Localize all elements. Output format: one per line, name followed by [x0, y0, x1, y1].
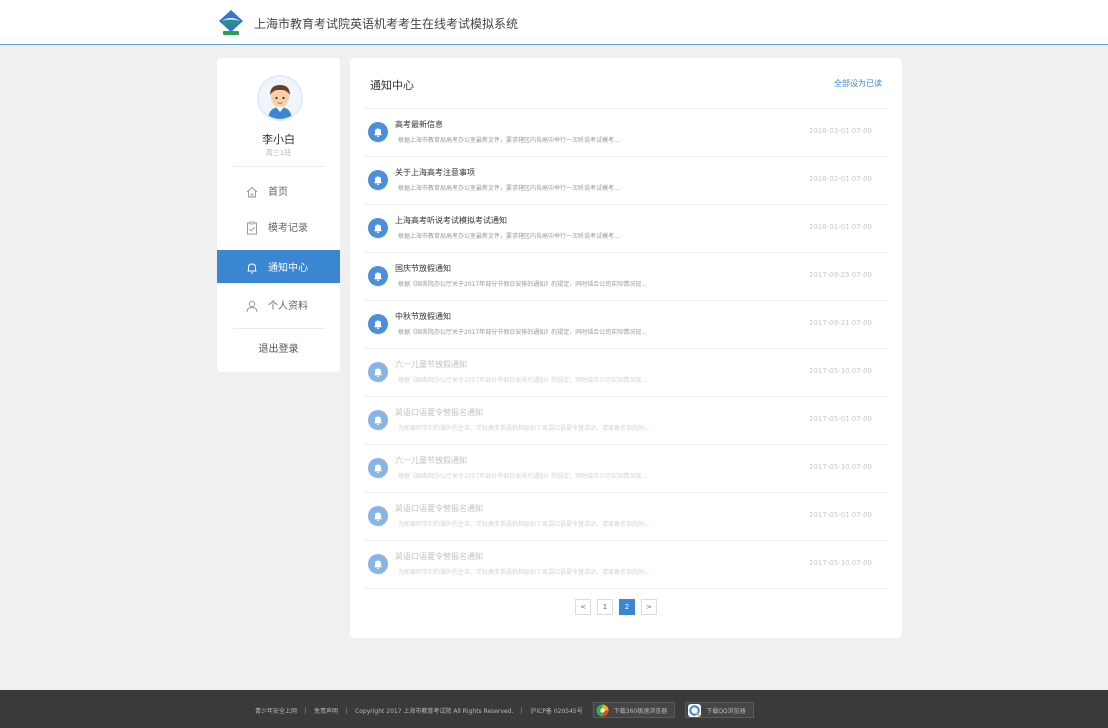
notice-time: 2017-05-01 07:00: [808, 511, 872, 519]
site-title: 上海市教育考试院英语机考考生在线考试模拟系统: [254, 17, 519, 31]
person-icon: [245, 298, 259, 312]
notice-title: 国庆节放假通知: [395, 264, 451, 273]
download-qq-browser-button[interactable]: 下载QQ浏览器: [685, 702, 754, 718]
360-browser-icon: [596, 704, 609, 717]
sidebar-item-label: 通知中心: [268, 263, 308, 274]
bell-icon: [368, 218, 388, 238]
bell-icon: [245, 260, 259, 274]
notice-title: 中秋节放假通知: [395, 312, 451, 321]
notice-title: 英语口语夏令营报名通知: [395, 504, 483, 513]
divider: [233, 166, 325, 167]
sidebar-item-notifications[interactable]: 通知中心: [217, 250, 340, 283]
notice-title: 高考最新信息: [395, 120, 443, 129]
notice-excerpt: 根据《国务院办公厅关于2017年部分节假日安排的通知》的规定，同时结合公司实际情…: [398, 281, 647, 288]
notice-time: 2017-09-21 07:00: [808, 319, 872, 327]
logout-button[interactable]: 退出登录: [217, 340, 340, 355]
notice-time: 2017-05-01 07:00: [808, 415, 872, 423]
top-bar: 上海市教育考试院英语机考考生在线考试模拟系统: [0, 0, 1108, 45]
home-icon: [245, 184, 259, 198]
footer: 青少年安全上网 免责声明 Copyright 2017 上海市教育考试院 All…: [0, 690, 1108, 728]
footer-link-disclaimer[interactable]: 免责声明: [314, 706, 338, 715]
notice-item[interactable]: 英语口语夏令营报名通知为拓展同学们的课外的生活，学校携手英语机构组织了英语口语夏…: [365, 541, 887, 589]
notice-excerpt: 为拓展同学们的课外的生活，学校携手英语机构组织了英语口语夏令营活动，请准备参加的…: [398, 521, 650, 528]
sidebar-item-profile[interactable]: 个人资料: [217, 288, 340, 321]
notice-item[interactable]: 六一儿童节放假通知根据《国务院办公厅关于2017年部分节假日安排的通知》的规定，…: [365, 349, 887, 397]
notice-excerpt: 根据《国务院办公厅关于2017年部分节假日安排的通知》的规定，同时结合公司实际情…: [398, 377, 647, 384]
notice-excerpt: 为拓展同学们的课外的生活，学校携手英语机构组织了英语口语夏令营活动，请准备参加的…: [398, 425, 650, 432]
notice-time: 2018-02-01 07:00: [808, 175, 872, 183]
bell-icon: [368, 314, 388, 334]
qq-browser-icon: [688, 703, 702, 717]
next-page-button[interactable]: >: [641, 599, 657, 615]
bell-icon: [368, 410, 388, 430]
download-360-browser-button[interactable]: 下载360极速浏览器: [592, 702, 676, 718]
bell-icon: [368, 266, 388, 286]
sidebar-item-label: 个人资料: [268, 301, 308, 312]
mark-all-read-link[interactable]: 全部设为已读: [834, 78, 882, 89]
exam-authority-logo-icon[interactable]: [217, 9, 245, 37]
notice-title: 关于上海高考注意事项: [395, 168, 475, 177]
sidebar-item-exam-records[interactable]: 模考记录: [217, 210, 340, 243]
footer-link-safety[interactable]: 青少年安全上网: [255, 706, 297, 715]
notice-excerpt: 根据上海市教育局高考办公室最新文件，要求辖区内各高中举行一次听说考试模考...: [398, 137, 620, 144]
notice-title: 英语口语夏令营报名通知: [395, 408, 483, 417]
notice-excerpt: 根据《国务院办公厅关于2017年部分节假日安排的通知》的规定，同时结合公司实际情…: [398, 473, 647, 480]
notice-item[interactable]: 六一儿童节放假通知根据《国务院办公厅关于2017年部分节假日安排的通知》的规定，…: [365, 445, 887, 493]
notice-excerpt: 根据《国务院办公厅关于2017年部分节假日安排的通知》的规定，同时结合公司实际情…: [398, 329, 647, 336]
divider: [346, 706, 348, 714]
sidebar: 李小白 高三1班 首页 模考记录 通知中心 个人资料 退出登录: [217, 58, 340, 372]
notice-excerpt: 根据上海市教育局高考办公室最新文件，要求辖区内各高中举行一次听说考试模考...: [398, 233, 620, 240]
notice-time: 2017-05-30 07:00: [808, 559, 872, 567]
bell-icon: [368, 170, 388, 190]
notice-time: 2017-05-30 07:00: [808, 463, 872, 471]
notice-item[interactable]: 英语口语夏令营报名通知为拓展同学们的课外的生活，学校携手英语机构组织了英语口语夏…: [365, 493, 887, 541]
bell-icon: [368, 554, 388, 574]
page-button[interactable]: 1: [597, 599, 613, 615]
notice-item[interactable]: 高考最新信息根据上海市教育局高考办公室最新文件，要求辖区内各高中举行一次听说考试…: [365, 109, 887, 157]
sidebar-item-home[interactable]: 首页: [217, 174, 340, 207]
user-class: 高三1班: [265, 149, 292, 157]
notice-time: 2018-03-01 07:00: [808, 127, 872, 135]
notice-time: 2017-05-30 07:00: [808, 367, 872, 375]
bell-icon: [368, 506, 388, 526]
download-qq-label: 下载QQ浏览器: [706, 707, 746, 715]
notice-title: 六一儿童节放假通知: [395, 360, 467, 369]
notice-excerpt: 根据上海市教育局高考办公室最新文件，要求辖区内各高中举行一次听说考试模考...: [398, 185, 620, 192]
page-title: 通知中心: [370, 79, 414, 92]
bell-icon: [368, 362, 388, 382]
notice-time: 2017-09-25 07:00: [808, 271, 872, 279]
boy-avatar-icon: [257, 75, 303, 121]
footer-icp[interactable]: 沪ICP备 020545号: [530, 706, 582, 715]
notice-title: 英语口语夏令营报名通知: [395, 552, 483, 561]
notice-title: 上海高考听说考试模拟考试通知: [395, 216, 507, 225]
divider: [305, 706, 307, 714]
prev-page-button[interactable]: <: [575, 599, 591, 615]
bell-icon: [368, 122, 388, 142]
notice-item[interactable]: 英语口语夏令营报名通知为拓展同学们的课外的生活，学校携手英语机构组织了英语口语夏…: [365, 397, 887, 445]
user-name: 李小白: [262, 133, 295, 146]
notice-item[interactable]: 国庆节放假通知根据《国务院办公厅关于2017年部分节假日安排的通知》的规定，同时…: [365, 253, 887, 301]
divider: [233, 328, 325, 329]
download-360-label: 下载360极速浏览器: [613, 707, 668, 715]
page-button-current[interactable]: 2: [619, 599, 635, 615]
bell-icon: [368, 458, 388, 478]
clipboard-check-icon: [245, 220, 259, 234]
notification-panel: 通知中心 全部设为已读 高考最新信息根据上海市教育局高考办公室最新文件，要求辖区…: [350, 58, 902, 638]
notice-item[interactable]: 关于上海高考注意事项根据上海市教育局高考办公室最新文件，要求辖区内各高中举行一次…: [365, 157, 887, 205]
sidebar-item-label: 模考记录: [268, 223, 308, 234]
notice-title: 六一儿童节放假通知: [395, 456, 467, 465]
pagination: < 1 2 >: [575, 599, 657, 615]
notice-item[interactable]: 中秋节放假通知根据《国务院办公厅关于2017年部分节假日安排的通知》的规定，同时…: [365, 301, 887, 349]
divider: [521, 706, 523, 714]
sidebar-item-label: 首页: [268, 187, 288, 198]
notice-excerpt: 为拓展同学们的课外的生活，学校携手英语机构组织了英语口语夏令营活动，请准备参加的…: [398, 569, 650, 576]
notice-item[interactable]: 上海高考听说考试模拟考试通知根据上海市教育局高考办公室最新文件，要求辖区内各高中…: [365, 205, 887, 253]
notice-time: 2018-01-01 07:00: [808, 223, 872, 231]
footer-copyright: Copyright 2017 上海市教育考试院 All Rights Reser…: [355, 707, 514, 715]
